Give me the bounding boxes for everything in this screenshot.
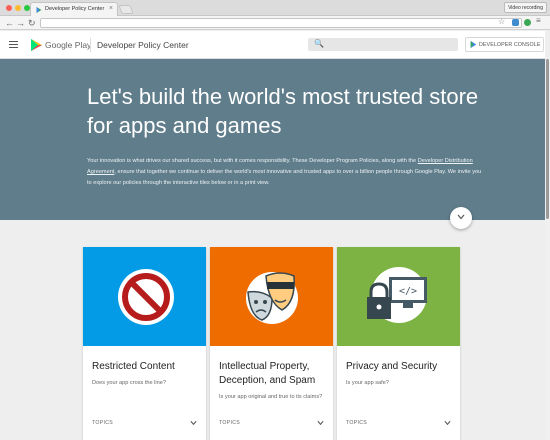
- chevron-down-icon[interactable]: [444, 420, 451, 426]
- browser-toolbar: ← → ↻ ☆ ≡: [0, 16, 550, 30]
- hero-description: Your innovation is what drives our share…: [87, 156, 482, 189]
- browser-tab[interactable]: Developer Policy Center ×: [30, 2, 118, 16]
- reload-icon[interactable]: ↻: [28, 17, 36, 29]
- bookmark-star-icon[interactable]: ☆: [498, 17, 505, 26]
- policy-card-intellectual-property[interactable]: Intellectual Property, Deception, and Sp…: [210, 247, 333, 440]
- new-tab-button[interactable]: [118, 5, 134, 14]
- scrollbar-thumb[interactable]: [546, 59, 549, 219]
- topics-label[interactable]: TOPICS: [92, 420, 113, 426]
- hero-title: Let's build the world's most trusted sto…: [87, 84, 479, 138]
- card-subtitle: Is your app safe?: [346, 380, 389, 386]
- prohibited-icon: [118, 269, 174, 325]
- hero-text: , ensure that together we continue to de…: [87, 169, 482, 186]
- tab-close-icon[interactable]: ×: [109, 5, 113, 12]
- chevron-down-icon[interactable]: [317, 420, 324, 426]
- policy-card-privacy-security[interactable]: </> Privacy and Security Is your app saf…: [337, 247, 460, 440]
- page-title: Developer Policy Center: [97, 40, 189, 50]
- minimize-window-button[interactable]: [15, 5, 21, 11]
- close-window-button[interactable]: [6, 5, 12, 11]
- brand-name[interactable]: Google Play: [45, 40, 91, 50]
- card-title: Restricted Content: [92, 361, 175, 372]
- card-banner: [83, 247, 206, 346]
- card-title: Privacy and Security: [346, 361, 438, 372]
- back-icon[interactable]: ←: [5, 17, 14, 29]
- extension-icon[interactable]: [512, 19, 519, 26]
- chevron-down-icon[interactable]: [190, 420, 197, 426]
- masks-icon: [246, 272, 298, 324]
- topics-label[interactable]: TOPICS: [219, 420, 240, 426]
- developer-console-button[interactable]: DEVELOPER CONSOLE: [465, 37, 544, 52]
- video-recording-badge: Video recording: [504, 2, 547, 13]
- scroll-down-button[interactable]: [450, 207, 472, 229]
- search-input[interactable]: 🔍: [308, 38, 458, 51]
- search-icon: 🔍: [314, 39, 324, 48]
- hamburger-menu-icon[interactable]: [9, 41, 18, 50]
- topics-label[interactable]: TOPICS: [346, 420, 367, 426]
- menu-icon[interactable]: ≡: [536, 16, 543, 25]
- lock-monitor-icon: </>: [367, 267, 427, 323]
- forward-icon[interactable]: →: [16, 17, 25, 29]
- card-subtitle: Does your app cross the line?: [92, 380, 167, 386]
- svg-text:</>: </>: [399, 286, 417, 297]
- site-header: Google Play Developer Policy Center 🔍 DE…: [0, 31, 545, 59]
- hero-banner: Let's build the world's most trusted sto…: [0, 59, 545, 229]
- card-banner: </>: [337, 247, 460, 346]
- address-bar[interactable]: [40, 18, 522, 28]
- play-store-icon: [36, 7, 42, 13]
- tab-title: Developer Policy Center: [45, 6, 105, 12]
- card-banner: [210, 247, 333, 346]
- browser-tab-strip: Developer Policy Center × Video recordin…: [0, 0, 550, 16]
- developer-console-label: DEVELOPER CONSOLE: [479, 42, 541, 48]
- policy-card-restricted-content[interactable]: Restricted Content Does your app cross t…: [83, 247, 206, 440]
- header-divider: [90, 38, 91, 52]
- chevron-down-icon: [457, 214, 465, 220]
- card-title: Intellectual Property, Deception, and Sp…: [219, 361, 316, 386]
- page-scrollbar[interactable]: [545, 59, 550, 440]
- google-play-logo-icon: [31, 39, 42, 51]
- card-subtitle: Is your app original and true to its cla…: [219, 394, 323, 400]
- play-store-icon: [470, 41, 477, 48]
- hero-text: Your innovation is what drives our share…: [87, 158, 418, 164]
- extension-icon[interactable]: [524, 19, 531, 26]
